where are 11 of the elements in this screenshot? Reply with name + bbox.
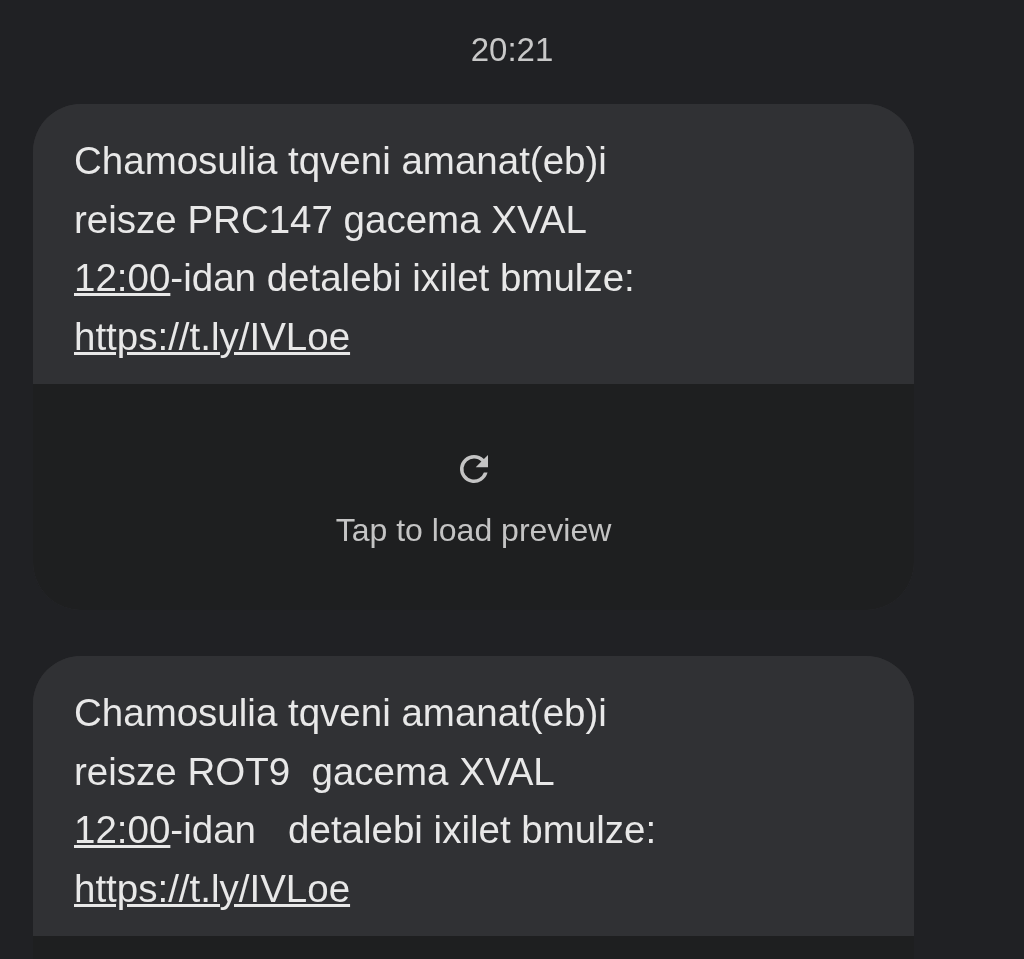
load-preview-button[interactable]: Tap to load preview bbox=[335, 510, 612, 550]
link[interactable]: https://t.ly/IVLoe bbox=[74, 866, 351, 910]
link[interactable]: 12:00 bbox=[74, 256, 171, 299]
message-bubble[interactable]: Chamosulia tqveni amanat(eb)i reisze PRC147 gacema XVAL 12:00-idan detalebi ixilet bmulze: https://t.ly/IVLoe Tap to load preview bbox=[33, 104, 914, 610]
link[interactable]: 12:00 bbox=[74, 808, 171, 851]
message-bubble[interactable]: Chamosulia tqveni amanat(eb)i reisze ROT9 gacema XVAL 12:00-idan detalebi ixilet bmulze: https://t.ly/IVLoe bbox=[33, 656, 914, 959]
preview-panel[interactable]: Tap to load preview bbox=[33, 384, 914, 610]
link[interactable]: https://t.ly/IVLoe bbox=[74, 314, 351, 358]
message-timestamp: 20:21 bbox=[470, 30, 554, 70]
message-text: Chamosulia tqveni amanat(eb)i reisze PRC147 gacema XVAL 12:00-idan detalebi ixilet bmulze: https://t.ly/IVLoe bbox=[74, 138, 636, 360]
message-text: Chamosulia tqveni amanat(eb)i reisze ROT9 gacema XVAL 12:00-idan detalebi ixilet bmulze: https://t.ly/IVLoe bbox=[74, 690, 658, 912]
